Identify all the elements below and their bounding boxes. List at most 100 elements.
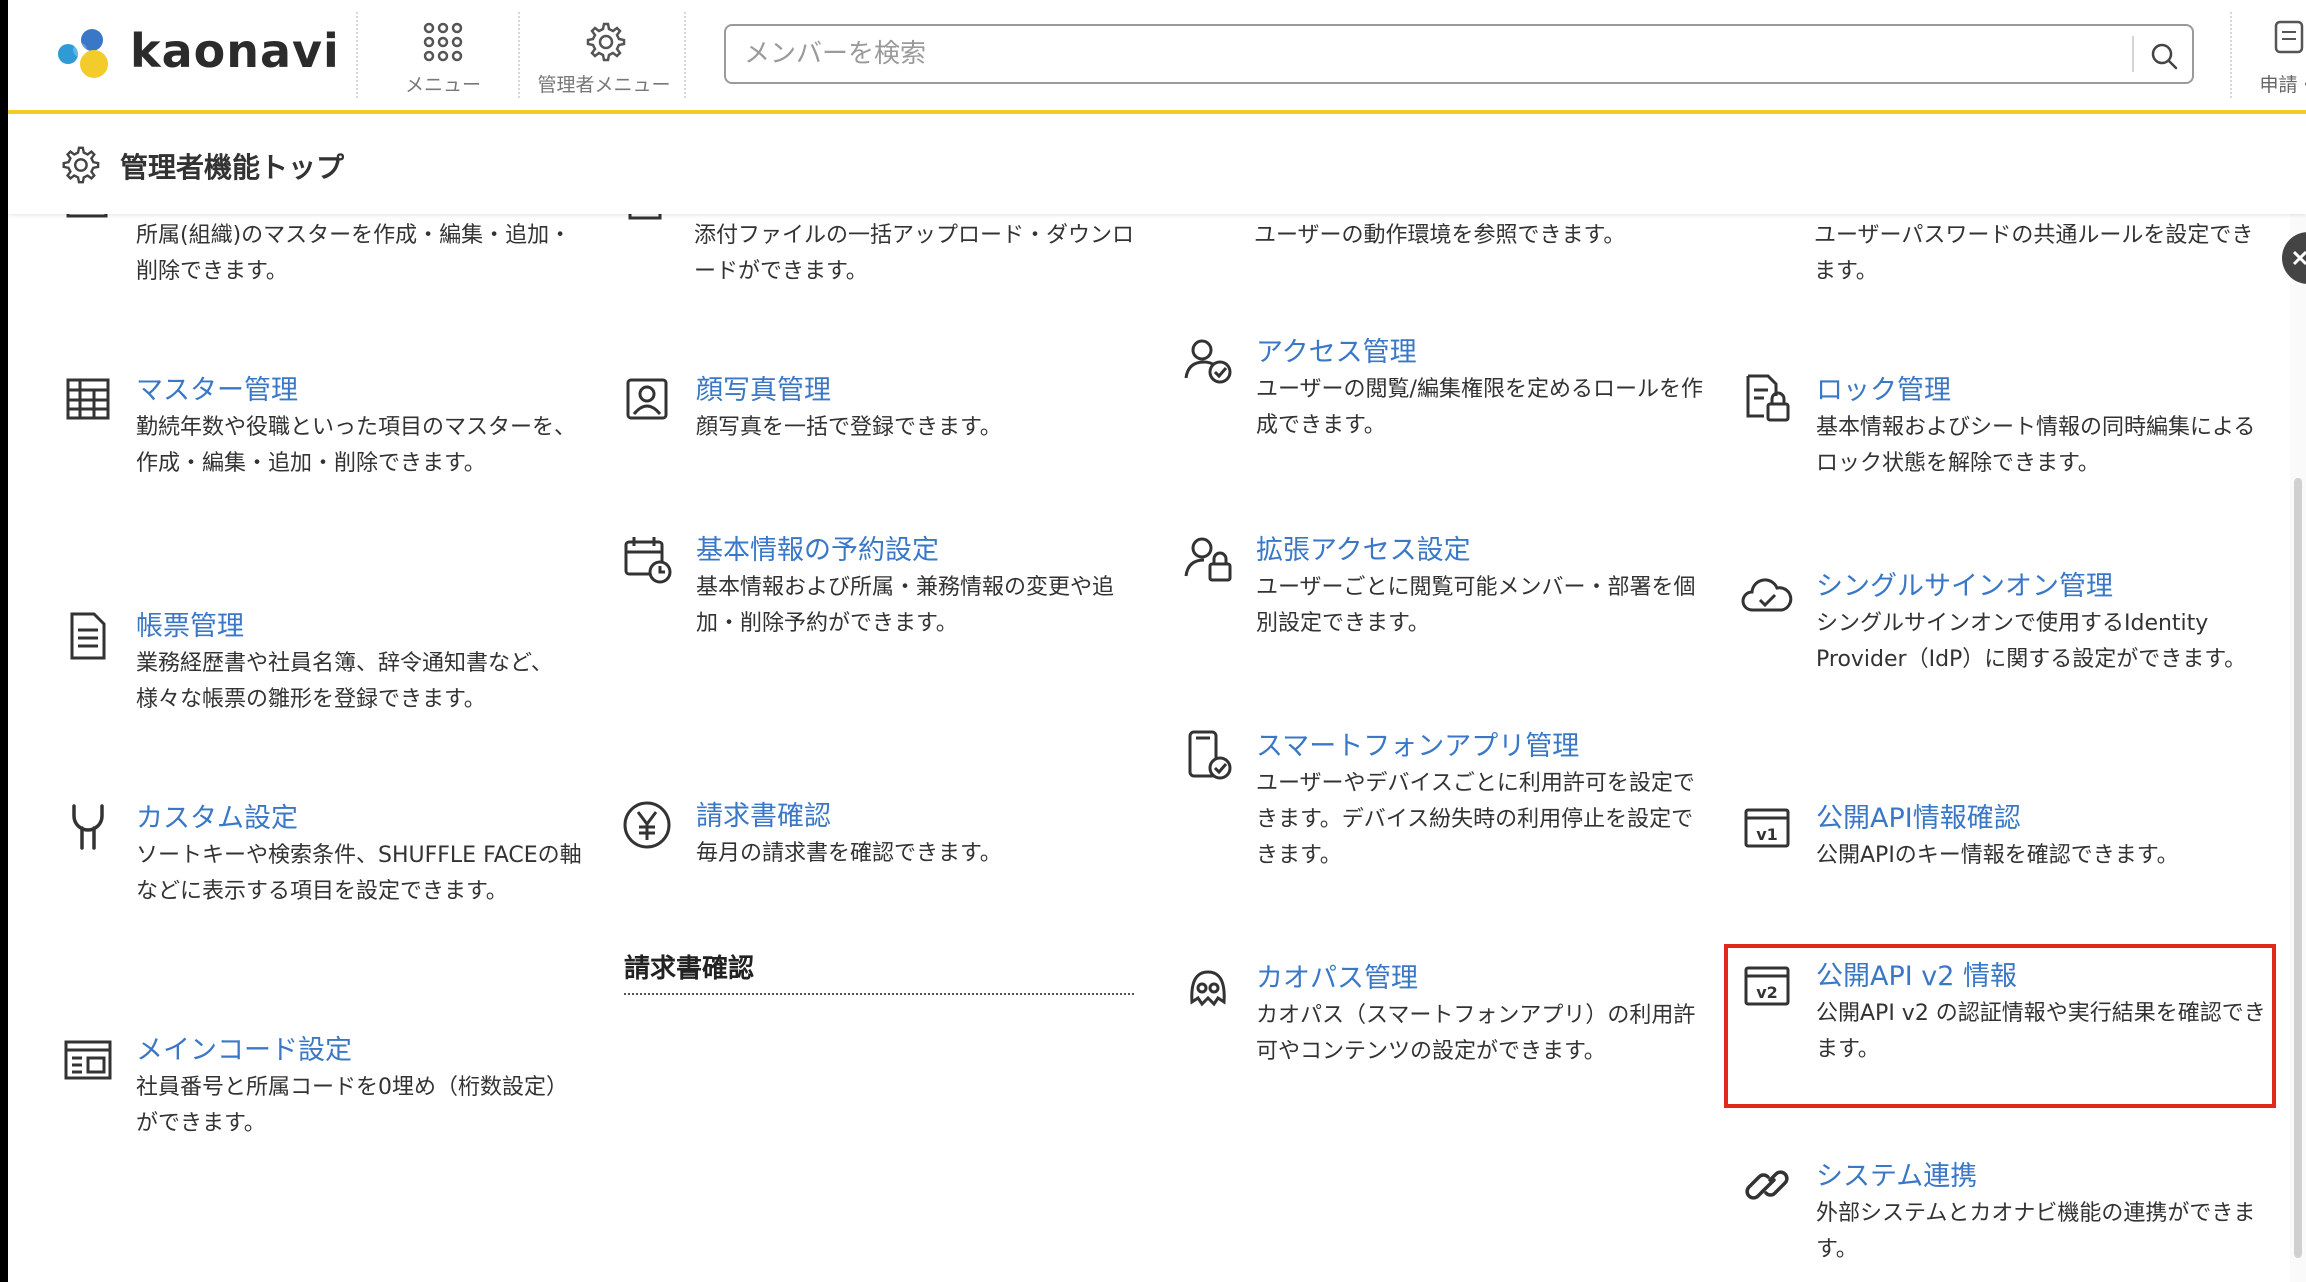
gear-icon <box>62 146 100 184</box>
left-edge <box>0 0 8 1282</box>
item-title-link[interactable]: マスター管理 <box>136 372 586 410</box>
page-title: 管理者機能トップ <box>120 151 345 184</box>
top-header: kaonavi メニュー 管理者メニュー メンバーを検索 申請 <box>8 0 2306 114</box>
user-check-icon <box>1184 339 1232 384</box>
menu-label: メニュー <box>404 74 481 96</box>
member-search-input[interactable] <box>744 34 2124 74</box>
menu-item-access[interactable]: アクセス管理 ユーザーの閲覧/編集権限を定めるロールを作成できます。 <box>1184 334 1706 444</box>
request-icon <box>2274 20 2304 54</box>
item-title-link[interactable]: スマートフォンアプリ管理 <box>1256 728 1706 766</box>
menu-item-api1[interactable]: v1 公開API情報確認 公開APIのキー情報を確認できます。 <box>1744 800 2266 874</box>
item-description: ソートキーや検索条件、SHUFFLE FACEの軸などに表示する項目を設定できま… <box>136 843 582 904</box>
item-description: ユーザーやデバイスごとに利用許可を設定できます。デバイス紛失時の利用停止を設定で… <box>1256 771 1695 868</box>
menu-item-lock[interactable]: ロック管理 基本情報およびシート情報の同時編集によるロック状態を解除できます。 <box>1746 372 2266 482</box>
portrait-icon <box>626 378 668 420</box>
item-description: シングルサインオンで使用するIdentity Provider（IdP）に関する… <box>1816 611 2247 672</box>
item-description: ユーザーパスワードの共通ルールを設定できます。 <box>1814 223 2254 284</box>
gear-icon <box>586 22 626 62</box>
page-title-bar: 管理者機能トップ <box>8 114 2306 214</box>
menu-item-kaopass[interactable]: カオパス管理 カオパス（スマートフォンアプリ）の利用許可やコンテンツの設定ができ… <box>1190 960 1706 1070</box>
item-description: 業務経歴書や社員名簿、辞令通知書など、様々な帳票の雛形を登録できます。 <box>136 651 553 712</box>
link-icon <box>1745 1170 1789 1200</box>
side-panel-toggle[interactable] <box>2282 232 2306 284</box>
request-label: 申請・ <box>2259 74 2306 96</box>
item-title-link[interactable]: ロック管理 <box>1816 372 2266 410</box>
item-title-link[interactable]: メインコード設定 <box>136 1032 586 1070</box>
partial-item: ユーザーの動作環境を参照できます。 <box>1200 204 1704 294</box>
document-icon <box>70 612 106 660</box>
menu-item-reserve[interactable]: 基本情報の予約設定 基本情報および所属・兼務情報の変更や追加・削除予約ができます… <box>624 532 1146 642</box>
item-description: ユーザーごとに閲覧可能メンバー・部署を個別設定できます。 <box>1256 575 1696 636</box>
menu-item-photo[interactable]: 顔写真管理 顔写真を一括で登録できます。 <box>626 372 1146 446</box>
item-description: 基本情報およびシート情報の同時編集によるロック状態を解除できます。 <box>1816 415 2256 476</box>
menu-item-extaccess[interactable]: 拡張アクセス設定 ユーザーごとに閲覧可能メンバー・部署を個別設定できます。 <box>1184 532 1706 642</box>
menu-item-custom[interactable]: カスタム設定 ソートキーや検索条件、SHUFFLE FACEの軸などに表示する項… <box>72 800 586 910</box>
scrollbar-thumb[interactable] <box>2294 478 2302 1258</box>
menu-item-system[interactable]: システム連携 外部システムとカオナビ機能の連携ができます。 <box>1745 1158 2266 1268</box>
item-description: 基本情報および所属・兼務情報の変更や追加・削除予約ができます。 <box>696 575 1115 636</box>
item-title-link[interactable]: システム連携 <box>1816 1158 2266 1196</box>
item-description: カオパス（スマートフォンアプリ）の利用許可やコンテンツの設定ができます。 <box>1256 1003 1696 1064</box>
kaonavi-logo-icon <box>58 29 108 78</box>
item-description: 添付ファイルの一括アップロード・ダウンロードができます。 <box>694 223 1135 284</box>
search-icon[interactable] <box>2144 36 2184 76</box>
smartphone-check-icon <box>1188 730 1232 780</box>
close-icon <box>2292 250 2306 266</box>
partial-item: 添付ファイルの一括アップロード・ダウンロードができます。 <box>628 182 1144 294</box>
item-title-link[interactable]: 公開API情報確認 <box>1816 800 2266 838</box>
request-button[interactable]: 申請・ <box>2248 14 2306 100</box>
kaonavi-logo[interactable]: kaonavi <box>54 22 339 86</box>
item-description: 毎月の請求書を確認できます。 <box>696 841 1002 866</box>
item-description: 顔写真を一括で登録できます。 <box>696 415 1002 440</box>
item-title-link[interactable]: カスタム設定 <box>136 800 586 838</box>
item-description: 所属(組織)のマスターを作成・編集・追加・削除できます。 <box>136 223 572 284</box>
api-v1-icon: v1 <box>1744 808 1790 848</box>
header-divider <box>2230 12 2232 98</box>
item-description: ユーザーの動作環境を参照できます。 <box>1254 223 1626 248</box>
screen: kaonavi メニュー 管理者メニュー メンバーを検索 申請 管理者機能トップ… <box>0 0 2306 1282</box>
highlight-box-api-v2 <box>1724 944 2276 1108</box>
item-title-link[interactable]: 帳票管理 <box>136 608 586 646</box>
item-description: 社員番号と所属コードを0埋め（桁数設定）ができます。 <box>136 1075 568 1136</box>
item-title-link[interactable]: 請求書確認 <box>696 798 1146 836</box>
item-title-link[interactable]: アクセス管理 <box>1256 334 1706 372</box>
header-divider <box>356 12 358 98</box>
calendar-clock-icon <box>624 537 672 584</box>
item-title-link[interactable]: 顔写真管理 <box>696 372 1146 410</box>
menu-item-maincode[interactable]: メインコード設定 社員番号と所属コードを0埋め（桁数設定）ができます。 <box>64 1032 586 1142</box>
partial-item: ユーザーパスワードの共通ルールを設定できます。 <box>1744 188 2264 294</box>
admin-menu-label: 管理者メニュー <box>537 74 671 96</box>
item-title-link[interactable]: 基本情報の予約設定 <box>696 532 1146 570</box>
item-description: ユーザーの閲覧/編集権限を定めるロールを作成できます。 <box>1256 377 1703 438</box>
menu-item-smartphone[interactable]: スマートフォンアプリ管理 ユーザーやデバイスごとに利用許可を設定できます。デバイ… <box>1188 728 1706 874</box>
partial-item: 所属(組織)のマスターを作成・編集・追加・削除できます。 <box>66 186 576 294</box>
header-divider <box>684 12 686 98</box>
logo-text: kaonavi <box>130 24 340 78</box>
item-title-link[interactable]: 拡張アクセス設定 <box>1256 532 1706 570</box>
item-description: 勤続年数や役職といった項目のマスターを、作成・編集・追加・削除できます。 <box>136 415 577 476</box>
svg-text:v1: v1 <box>1756 825 1778 844</box>
menu-item-invoice[interactable]: 請求書確認 毎月の請求書を確認できます。 <box>623 798 1146 872</box>
code-list-icon <box>64 1040 112 1080</box>
menu-item-sso[interactable]: シングルサインオン管理 シングルサインオンで使用するIdentity Provi… <box>1741 568 2266 678</box>
item-title-link[interactable]: シングルサインオン管理 <box>1816 568 2266 606</box>
wrench-icon <box>72 804 104 850</box>
item-description: 外部システムとカオナビ機能の連携ができます。 <box>1816 1201 2256 1262</box>
kaopass-icon <box>1190 970 1226 1007</box>
admin-menu-button[interactable]: 管理者メニュー <box>524 14 684 100</box>
section-heading-invoice: 請求書確認 <box>624 948 1134 995</box>
admin-function-grid: 所属(組織)のマスターを作成・編集・追加・削除できます。 添付ファイルの一括アッ… <box>8 182 2290 1282</box>
item-title-link[interactable]: カオパス管理 <box>1256 960 1706 998</box>
vertical-scrollbar[interactable] <box>2290 214 2306 1282</box>
member-search-box <box>724 24 2194 84</box>
menu-button[interactable]: メニュー <box>368 14 518 100</box>
search-divider <box>2132 36 2134 72</box>
header-divider <box>518 12 520 98</box>
menu-item-master[interactable]: マスター管理 勤続年数や役職といった項目のマスターを、作成・編集・追加・削除でき… <box>66 372 586 482</box>
grid-menu-icon <box>423 22 463 62</box>
menu-item-forms[interactable]: 帳票管理 業務経歴書や社員名簿、辞令通知書など、様々な帳票の雛形を登録できます。 <box>70 608 586 718</box>
yen-icon <box>623 801 671 849</box>
user-lock-icon <box>1184 537 1232 582</box>
document-lock-icon <box>1746 374 1790 422</box>
cloud-check-icon <box>1741 578 1793 612</box>
